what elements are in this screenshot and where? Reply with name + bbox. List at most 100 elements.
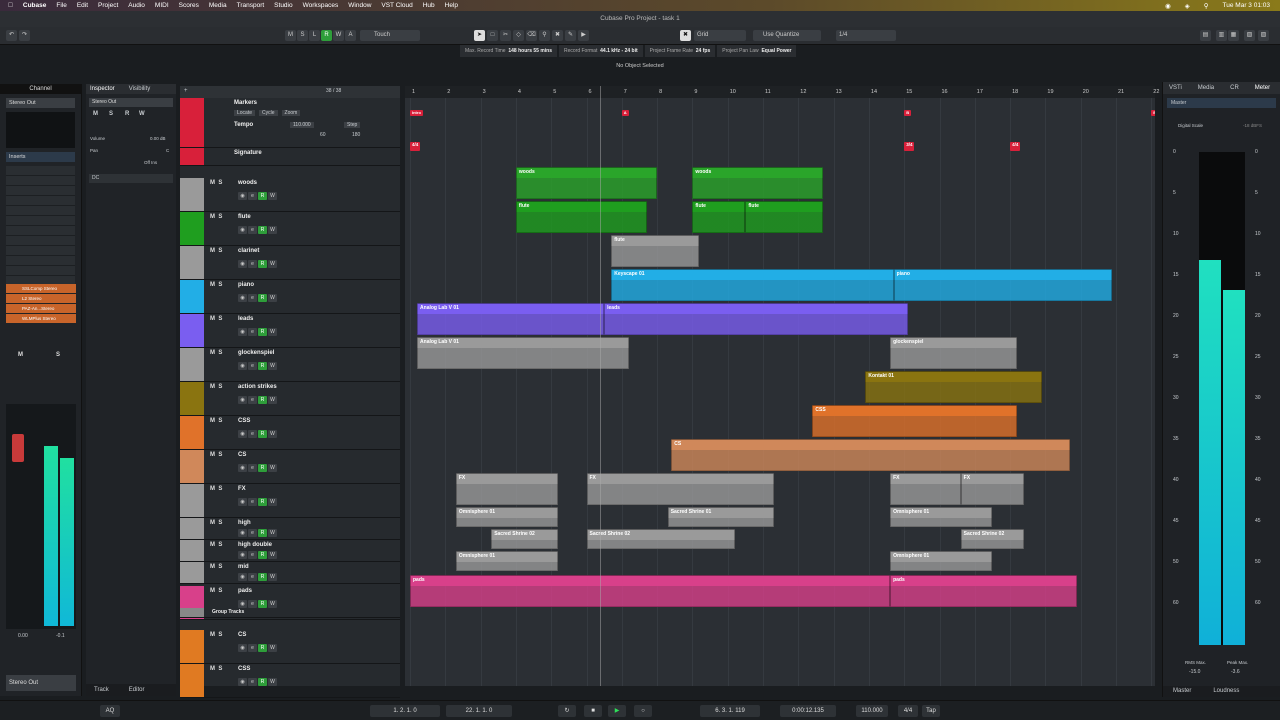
marker-track[interactable]: Markers Locate Cycle Zoom Tempo 110.000 … [180,98,400,148]
track-mute-solo[interactable]: M S [210,384,222,390]
layout-left-icon[interactable]: ▤ [1200,30,1211,41]
record-status-icon[interactable]: ◉ [1165,2,1171,10]
menu-project[interactable]: Project [98,2,118,9]
meter-master-header[interactable]: Master [1167,98,1276,108]
tempo-min[interactable]: 60 [320,132,326,138]
track-header[interactable]: M S clarinet ◉ e R W [180,246,400,280]
insp-mute-button[interactable]: M [93,111,98,117]
track-mute-solo[interactable]: M S [210,316,222,322]
tempo-mode[interactable]: Step [344,122,361,128]
zoom-tool-icon[interactable]: ⚲ [539,30,550,41]
track-color-strip[interactable] [180,178,204,211]
track-name[interactable]: high [238,520,251,526]
track-header[interactable]: M S woods ◉ e R W [180,178,400,212]
event-clip[interactable]: FX [586,473,774,505]
pan-law[interactable]: Equal Power [761,48,791,54]
event-clip[interactable]: piano [893,269,1113,301]
tempo-display[interactable]: 110.000 [856,705,888,717]
frame-rate[interactable]: 24 fps [696,48,710,54]
menu-media[interactable]: Media [209,2,227,9]
event-clip[interactable]: woods [692,167,823,199]
menubar-clock[interactable]: Tue Mar 3 01:03 [1223,2,1270,9]
marker[interactable]: END [1151,110,1155,116]
track-monitor-icon[interactable]: ◉ [238,294,247,302]
track-read-button[interactable]: R [258,573,267,581]
channel-name[interactable]: Stereo Out [6,98,75,108]
tab-inspector[interactable]: Inspector [90,84,115,94]
track-header[interactable]: M S FX ◉ e R W [180,484,400,518]
inspector-channel-name[interactable]: Stereo Out [89,98,173,107]
insp-solo-button[interactable]: S [109,111,113,117]
event-clip[interactable]: Sacred Shrine 01 [667,507,774,527]
automation-mode-select[interactable]: Touch [360,30,420,41]
record-icon[interactable]: ○ [634,705,652,717]
event-clip[interactable]: Sacred Shrine 02 [586,529,735,549]
track-header[interactable]: M S CSS ◉ e R W [180,416,400,450]
track-write-button[interactable]: W [268,600,277,608]
track-write-button[interactable]: W [268,260,277,268]
track-color-strip[interactable] [180,518,204,539]
channel-solo-button[interactable]: S [56,352,60,358]
menu-vstcloud[interactable]: VST Cloud [381,2,412,9]
pointer-tool-icon[interactable]: ➤ [474,30,485,41]
solo-all-button[interactable]: S [297,30,308,41]
track-mute-solo[interactable]: M S [210,520,222,526]
snap-type-select[interactable]: Grid [694,30,746,41]
mute-tool-icon[interactable]: ✖ [552,30,563,41]
event-clip[interactable]: CSS [812,405,1018,437]
track-name[interactable]: mid [238,564,249,570]
track-edit-icon[interactable]: e [248,464,257,472]
event-clip[interactable]: Kontakt 01 [865,371,1042,403]
track-read-button[interactable]: R [258,328,267,336]
track-read-button[interactable]: R [258,192,267,200]
event-clip[interactable]: FX [960,473,1025,505]
track-name[interactable]: CSS [238,666,250,672]
cycle-icon[interactable]: ↻ [558,705,576,717]
digital-scale-value[interactable]: -18 dBFS [1243,123,1262,128]
range-tool-icon[interactable]: □ [487,30,498,41]
menu-studio[interactable]: Studio [274,2,292,9]
track-write-button[interactable]: W [268,328,277,336]
stop-icon[interactable]: ■ [584,705,602,717]
primary-time-display[interactable]: 6. 3. 1. 119 [700,705,760,717]
event-clip[interactable]: flute [692,201,746,233]
track-header[interactable]: M S high ◉ e R W [180,518,400,540]
track-color-strip[interactable] [180,280,204,313]
track-color-strip[interactable] [180,382,204,415]
track-monitor-icon[interactable]: ◉ [238,430,247,438]
event-clip[interactable]: leads [604,303,908,335]
ruler[interactable]: 1234567891011121314151617181920212223 [405,86,1195,98]
play-icon[interactable]: ▶ [608,705,626,717]
split-tool-icon[interactable]: ✂ [500,30,511,41]
track-mute-solo[interactable]: M S [210,180,222,186]
track-color-strip[interactable] [180,562,204,583]
track-name[interactable]: leads [238,316,253,322]
right-locator[interactable]: 22. 1. 1. 0 [446,705,512,717]
secondary-time-display[interactable]: 0:00:12.135 [780,705,836,717]
track-edit-icon[interactable]: e [248,600,257,608]
track-mute-solo[interactable]: M S [210,588,222,594]
track-edit-icon[interactable]: e [248,328,257,336]
group-tracks-folder[interactable]: Group Tracks [180,608,400,618]
track-header[interactable]: M S glockenspiel ◉ e R W [180,348,400,382]
write-all-button[interactable]: W [333,30,344,41]
eq-curve-display[interactable] [6,112,75,148]
track-read-button[interactable]: R [258,294,267,302]
signature-event[interactable]: 4/4 [410,142,421,151]
listen-button[interactable]: L [309,30,320,41]
track-edit-icon[interactable]: e [248,678,257,686]
track-header[interactable]: M S CS ◉ e R W [180,450,400,484]
track-edit-icon[interactable]: e [248,192,257,200]
track-name[interactable]: CSS [238,418,250,424]
tab-editor[interactable]: Editor [129,684,145,696]
search-icon[interactable]: ⚲ [1204,2,1209,10]
track-edit-icon[interactable]: e [248,260,257,268]
signature-event[interactable]: 3/4 [904,142,915,151]
event-clip[interactable]: CS [671,439,1071,471]
track-name[interactable]: FX [238,486,246,492]
track-mute-solo[interactable]: M S [210,666,222,672]
track-header[interactable]: M S high double ◉ e R W [180,540,400,562]
track-color-strip[interactable] [180,416,204,449]
arrange-window[interactable]: woods woods flute flute flute flute Keyscape 0… [405,86,1155,686]
track-read-button[interactable]: R [258,644,267,652]
